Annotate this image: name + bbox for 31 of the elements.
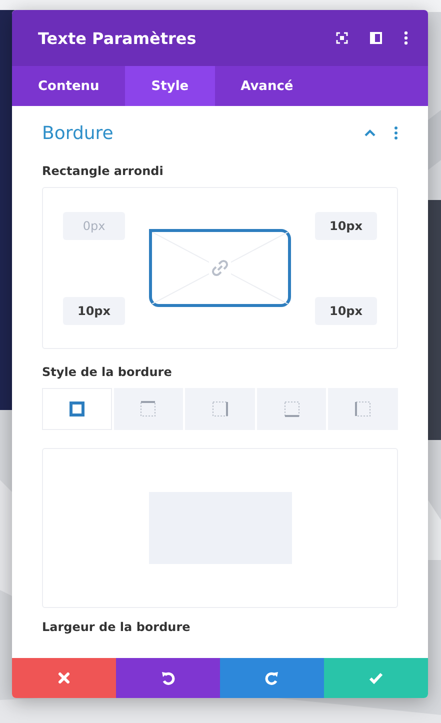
redo-button[interactable] — [220, 658, 324, 698]
more-icon[interactable] — [394, 126, 398, 140]
radius-field[interactable]: 10px — [315, 296, 377, 324]
save-button[interactable] — [324, 658, 428, 698]
border-bottom-icon — [284, 401, 300, 417]
redo-icon — [265, 671, 279, 685]
columns-icon[interactable] — [370, 32, 382, 44]
undo-button[interactable] — [116, 658, 220, 698]
tab[interactable]: Avancé — [214, 66, 320, 106]
field-label: Style de la bordure — [42, 365, 173, 379]
chevron-icon[interactable] — [364, 129, 376, 137]
panel-title: Texte Paramètres — [38, 28, 198, 48]
tab[interactable]: Contenu — [12, 66, 126, 106]
border-top-icon — [140, 401, 156, 417]
radius-field[interactable]: 10px — [315, 212, 377, 240]
field-label: Rectangle arrondi — [42, 164, 164, 178]
fullscreen-icon[interactable] — [336, 32, 348, 44]
radius-field[interactable]: 0px — [63, 212, 125, 240]
cancel-button[interactable] — [12, 658, 116, 698]
section-title: Bordure — [42, 122, 114, 144]
tab[interactable]: Style — [125, 66, 215, 106]
more-icon[interactable] — [404, 31, 408, 45]
field-label: Largeur de la bordure — [42, 620, 192, 634]
close-icon — [58, 672, 70, 684]
solid-square-icon — [68, 401, 85, 417]
border-left-icon — [355, 401, 372, 417]
undo-icon — [161, 671, 175, 685]
border-style-button[interactable] — [42, 388, 112, 430]
check-icon — [369, 672, 383, 684]
border-right-icon — [212, 401, 228, 417]
radius-field[interactable]: 10px — [63, 296, 125, 324]
